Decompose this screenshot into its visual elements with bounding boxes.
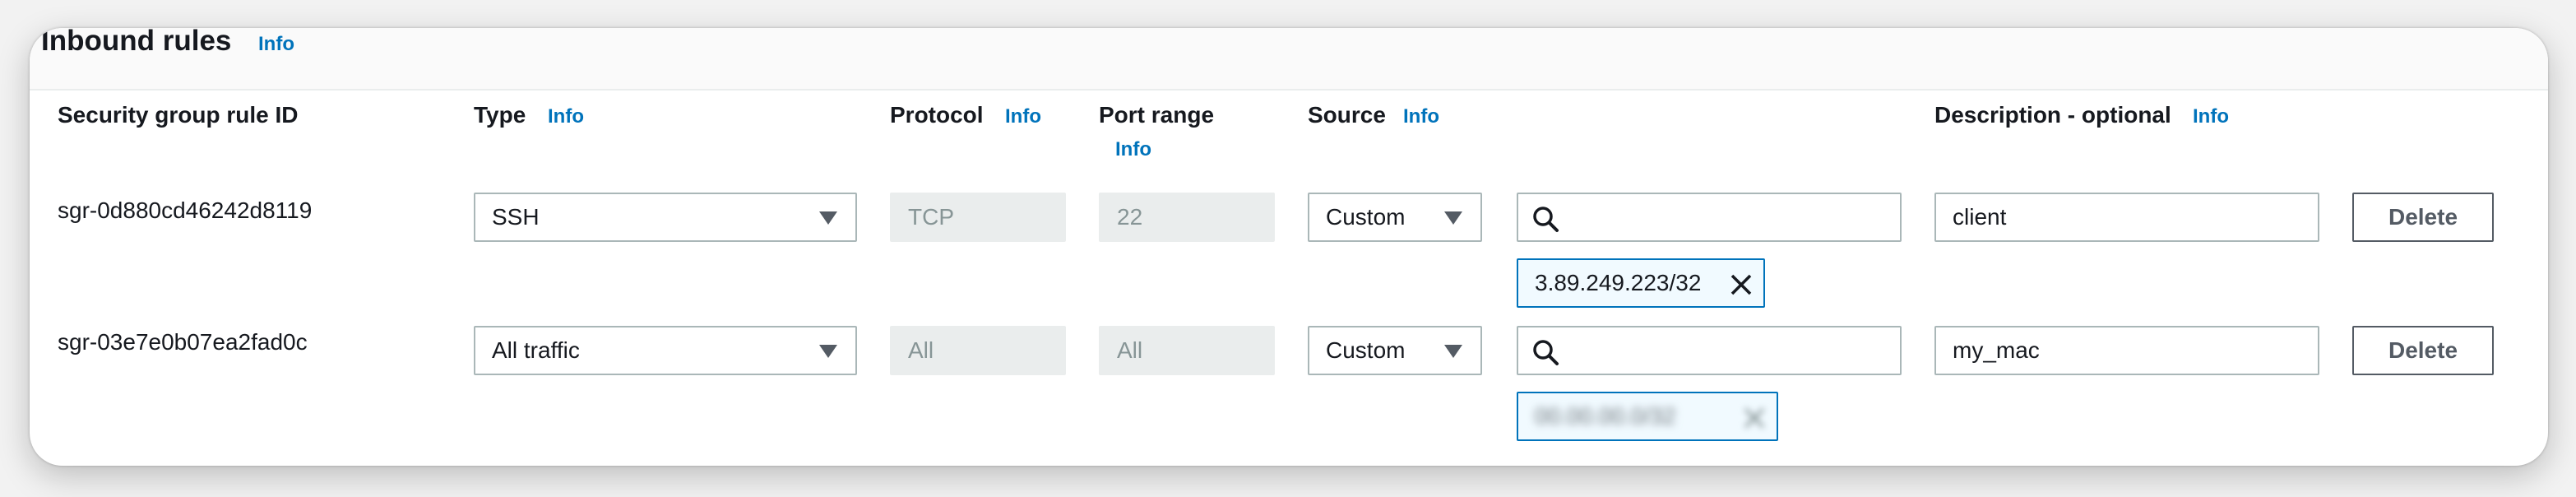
search-icon bbox=[1533, 207, 1559, 232]
protocol-info-link[interactable]: Info bbox=[1005, 105, 1041, 128]
type-select-value: All traffic bbox=[492, 337, 580, 363]
protocol-field: TCP bbox=[890, 193, 1066, 242]
source-search-input[interactable] bbox=[1517, 193, 1902, 242]
column-header-type: Type bbox=[474, 102, 526, 128]
source-token-label: 00.00.00.0/32 bbox=[1535, 403, 1676, 429]
protocol-value: All bbox=[908, 337, 934, 363]
close-icon[interactable] bbox=[1742, 406, 1767, 430]
description-value: my_mac bbox=[1953, 337, 2040, 363]
caret-down-icon bbox=[819, 211, 837, 225]
source-token: 3.89.249.223/32 bbox=[1517, 258, 1765, 308]
port-range-field: 22 bbox=[1099, 193, 1275, 242]
description-value: client bbox=[1953, 204, 2007, 230]
source-type-value: Custom bbox=[1326, 204, 1406, 230]
description-input[interactable]: client bbox=[1934, 193, 2319, 242]
description-input[interactable]: my_mac bbox=[1934, 326, 2319, 375]
caret-down-icon bbox=[1444, 211, 1462, 225]
close-icon[interactable] bbox=[1729, 272, 1754, 297]
port-range-info-link[interactable]: Info bbox=[1115, 138, 1151, 161]
search-icon bbox=[1533, 340, 1559, 365]
port-range-field: All bbox=[1099, 326, 1275, 375]
panel-header: Inbound rules Info bbox=[30, 28, 2548, 91]
type-select[interactable]: SSH bbox=[474, 193, 857, 242]
source-search-input[interactable] bbox=[1517, 326, 1902, 375]
caret-down-icon bbox=[819, 345, 837, 358]
source-token-label: 3.89.249.223/32 bbox=[1535, 270, 1702, 295]
type-select-value: SSH bbox=[492, 204, 540, 230]
column-header-protocol: Protocol bbox=[890, 102, 984, 128]
section-info-link[interactable]: Info bbox=[258, 33, 294, 56]
rule-id: sgr-0d880cd46242d8119 bbox=[58, 197, 313, 223]
source-type-select[interactable]: Custom bbox=[1308, 193, 1482, 242]
column-header-port-range: Port range bbox=[1099, 102, 1215, 128]
section-title: Inbound rules bbox=[41, 28, 232, 57]
source-token: 00.00.00.0/32 bbox=[1517, 392, 1778, 441]
delete-button[interactable]: Delete bbox=[2352, 326, 2494, 375]
source-type-select[interactable]: Custom bbox=[1308, 326, 1482, 375]
column-header-rule-id: Security group rule ID bbox=[58, 102, 299, 128]
protocol-value: TCP bbox=[908, 204, 954, 230]
delete-button[interactable]: Delete bbox=[2352, 193, 2494, 242]
port-range-value: 22 bbox=[1117, 204, 1143, 230]
source-info-link[interactable]: Info bbox=[1403, 105, 1439, 128]
description-info-link[interactable]: Info bbox=[2193, 105, 2229, 128]
column-header-description: Description - optional bbox=[1934, 102, 2171, 128]
type-select[interactable]: All traffic bbox=[474, 326, 857, 375]
caret-down-icon bbox=[1444, 345, 1462, 358]
inbound-rules-panel: Inbound rules Info Security group rule I… bbox=[30, 28, 2548, 466]
column-header-source: Source bbox=[1308, 102, 1386, 128]
type-info-link[interactable]: Info bbox=[548, 105, 584, 128]
source-type-value: Custom bbox=[1326, 337, 1406, 363]
protocol-field: All bbox=[890, 326, 1066, 375]
port-range-value: All bbox=[1117, 337, 1143, 363]
rule-id: sgr-03e7e0b07ea2fad0c bbox=[58, 329, 308, 355]
